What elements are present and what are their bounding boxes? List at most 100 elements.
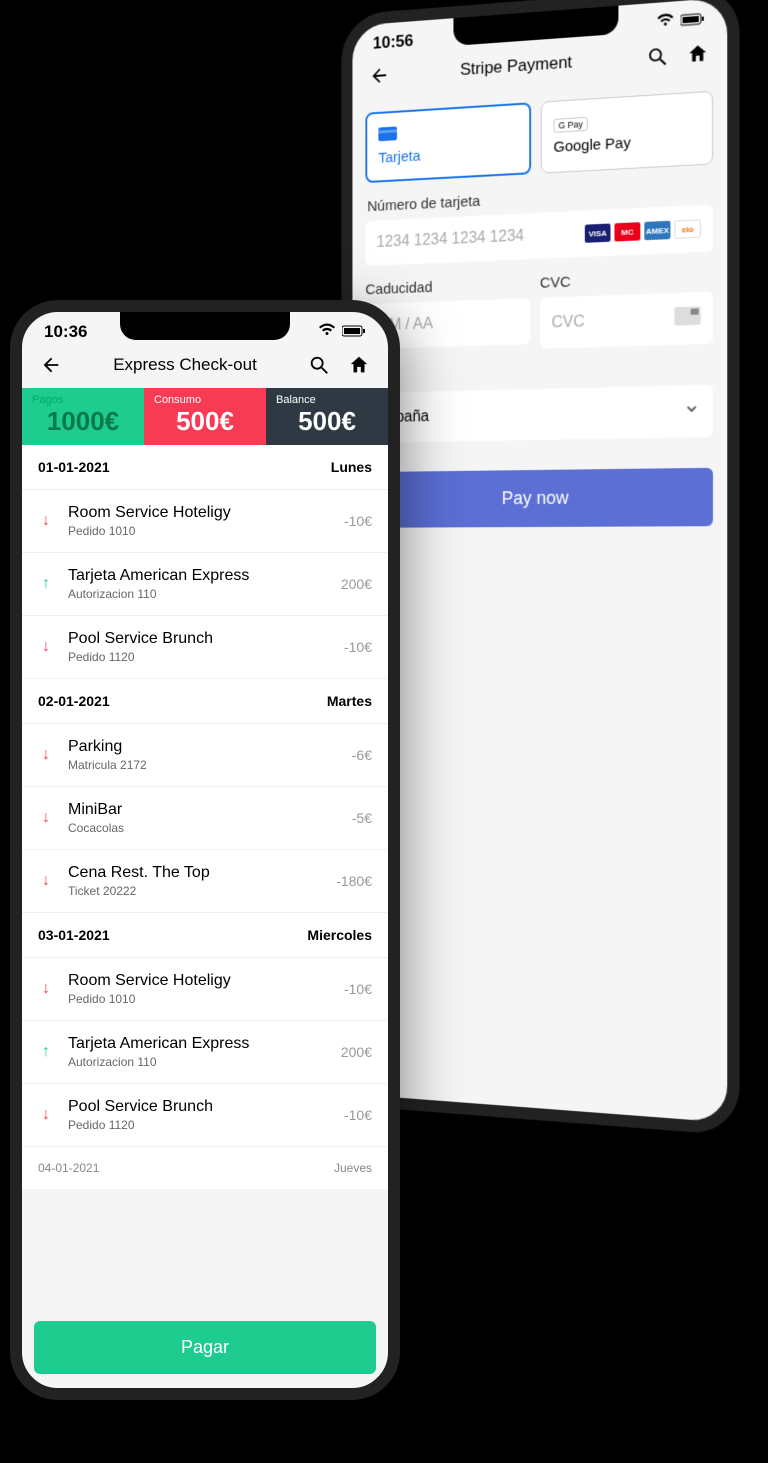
transaction-row[interactable]: ↓ Cena Rest. The TopTicket 20222 -180€ [22, 850, 388, 913]
brand-elo: elo [674, 219, 700, 239]
transaction-row[interactable]: ↓Pool Service BrunchPedido 1120-10€ [22, 616, 388, 679]
transaction-amount: -6€ [352, 747, 372, 763]
transaction-row[interactable]: ↓ ParkingMatricula 2172 -6€ [22, 724, 388, 787]
transaction-sub: Autorizacion 110 [68, 1055, 327, 1069]
transaction-title: Tarjeta American Express [68, 1035, 327, 1053]
chevron-down-icon [685, 401, 699, 421]
transaction-title: Room Service Hoteligy [68, 504, 330, 522]
home-icon[interactable] [687, 42, 709, 66]
transaction-row[interactable]: ↑ Tarjeta American Express Autorizacion 11… [22, 1021, 388, 1084]
transaction-row[interactable]: ↓ MiniBar Cocacolas -5€ [22, 787, 388, 850]
transaction-sub: Pedido 1010 [68, 524, 330, 538]
page-title: Stripe Payment [460, 52, 572, 80]
app-bar: Express Check-out [22, 346, 388, 388]
transaction-body: Tarjeta American Express Autorizacion 110 [68, 1035, 327, 1069]
day-date: 04-01-2021 [38, 1161, 99, 1175]
phone-checkout: 10:36 Express Check-out Pagos 1000€ [10, 300, 400, 1400]
battery-icon [342, 322, 366, 342]
status-time: 10:56 [373, 31, 414, 54]
transaction-sub: Matricula 2172 [68, 758, 338, 772]
arrow-up-icon: ↑ [38, 1043, 54, 1061]
transaction-amount: -10€ [344, 513, 372, 529]
arrow-down-icon: ↓ [38, 638, 54, 656]
cvc-input[interactable]: CVC [540, 292, 713, 349]
payment-method-card[interactable]: Tarjeta [365, 102, 531, 183]
transaction-body: MiniBar Cocacolas [68, 801, 338, 835]
back-icon[interactable] [369, 64, 389, 87]
gpay-icon: G Pay [553, 117, 587, 133]
day-header: 03-01-2021Miercoles [22, 913, 388, 958]
day-date: 01-01-2021 [38, 459, 110, 475]
summary-pagos-label: Pagos [32, 394, 134, 406]
transaction-title: Tarjeta American Express [68, 567, 327, 585]
summary-balance-value: 500€ [276, 406, 378, 437]
summary-consumo-value: 500€ [154, 406, 256, 437]
transaction-row[interactable]: ↓ Room Service Hoteligy Pedido 1010 -10€ [22, 490, 388, 553]
pay-button[interactable]: Pagar [34, 1321, 376, 1374]
transaction-title: MiniBar [68, 801, 338, 819]
payment-method-gpay[interactable]: G Pay Google Pay [541, 91, 713, 174]
pay-now-label: Pay now [502, 488, 569, 509]
page-title: Express Check-out [113, 355, 257, 375]
brand-mc: MC [614, 222, 640, 241]
day-date: 02-01-2021 [38, 693, 110, 709]
transaction-amount: -10€ [344, 981, 372, 997]
card-icon [378, 119, 517, 144]
transaction-amount: 200€ [341, 1044, 372, 1060]
summary-balance-label: Balance [276, 394, 378, 406]
transaction-amount: -10€ [344, 639, 372, 655]
transaction-title: Pool Service Brunch [68, 630, 330, 648]
battery-icon [681, 9, 705, 31]
summary-consumo-label: Consumo [154, 394, 256, 406]
country-select[interactable]: España [365, 385, 713, 443]
cvc-card-icon [674, 306, 700, 330]
transaction-title: Cena Rest. The Top [68, 864, 322, 882]
phone-stripe: 10:56 Stripe Payment [341, 0, 739, 1136]
arrow-down-icon: ↓ [38, 746, 54, 764]
transaction-body: Tarjeta American Express Autorizacion 110 [68, 567, 327, 601]
arrow-down-icon: ↓ [38, 872, 54, 890]
day-header: 01-01-2021Lunes [22, 445, 388, 490]
back-icon[interactable] [40, 354, 62, 376]
search-icon[interactable] [308, 354, 330, 376]
arrow-down-icon: ↓ [38, 512, 54, 530]
status-icons [656, 9, 704, 33]
transaction-body: Room Service Hoteligy Pedido 1010 [68, 504, 330, 538]
transaction-body: Cena Rest. The TopTicket 20222 [68, 864, 322, 898]
transaction-amount: -5€ [352, 810, 372, 826]
transactions-list[interactable]: 01-01-2021Lunes ↓ Room Service Hoteligy Ped… [22, 445, 388, 1147]
transaction-amount: -10€ [344, 1107, 372, 1123]
cvc-label: CVC [540, 266, 713, 294]
transaction-body: ParkingMatricula 2172 [68, 738, 338, 772]
transaction-title: Room Service Hoteligy [68, 972, 330, 990]
day-name: Miercoles [307, 927, 372, 943]
transaction-row[interactable]: ↑ Tarjeta American Express Autorizacion 11… [22, 553, 388, 616]
search-icon[interactable] [646, 45, 668, 69]
card-brands: VISA MC AMEX elo [585, 219, 701, 242]
wifi-icon [318, 322, 336, 342]
day-header: 02-01-2021 Martes [22, 679, 388, 724]
status-icons [318, 322, 366, 342]
summary-balance: Balance 500€ [266, 388, 388, 445]
transaction-amount: 200€ [341, 576, 372, 592]
transaction-title: Pool Service Brunch [68, 1098, 330, 1116]
transaction-row[interactable]: ↓ Room Service Hoteligy Pedido 1010 -10€ [22, 958, 388, 1021]
transaction-row[interactable]: ↓Pool Service BrunchPedido 1120-10€ [22, 1084, 388, 1147]
arrow-down-icon: ↓ [38, 809, 54, 827]
arrow-up-icon: ↑ [38, 575, 54, 593]
arrow-down-icon: ↓ [38, 980, 54, 998]
pm-gpay-label: Google Pay [553, 134, 630, 156]
home-icon[interactable] [348, 354, 370, 376]
pay-label: Pagar [181, 1337, 229, 1357]
summary-pagos-value: 1000€ [32, 406, 134, 437]
day-name: Martes [327, 693, 372, 709]
transaction-sub: Cocacolas [68, 821, 338, 835]
pay-now-button[interactable]: Pay now [365, 468, 713, 528]
transaction-sub: Autorizacion 110 [68, 587, 327, 601]
arrow-down-icon: ↓ [38, 1106, 54, 1124]
transaction-amount: -180€ [336, 873, 372, 889]
transaction-sub: Pedido 1010 [68, 992, 330, 1006]
status-time: 10:36 [44, 322, 87, 342]
brand-amex: AMEX [644, 221, 670, 240]
wifi-icon [656, 12, 674, 34]
